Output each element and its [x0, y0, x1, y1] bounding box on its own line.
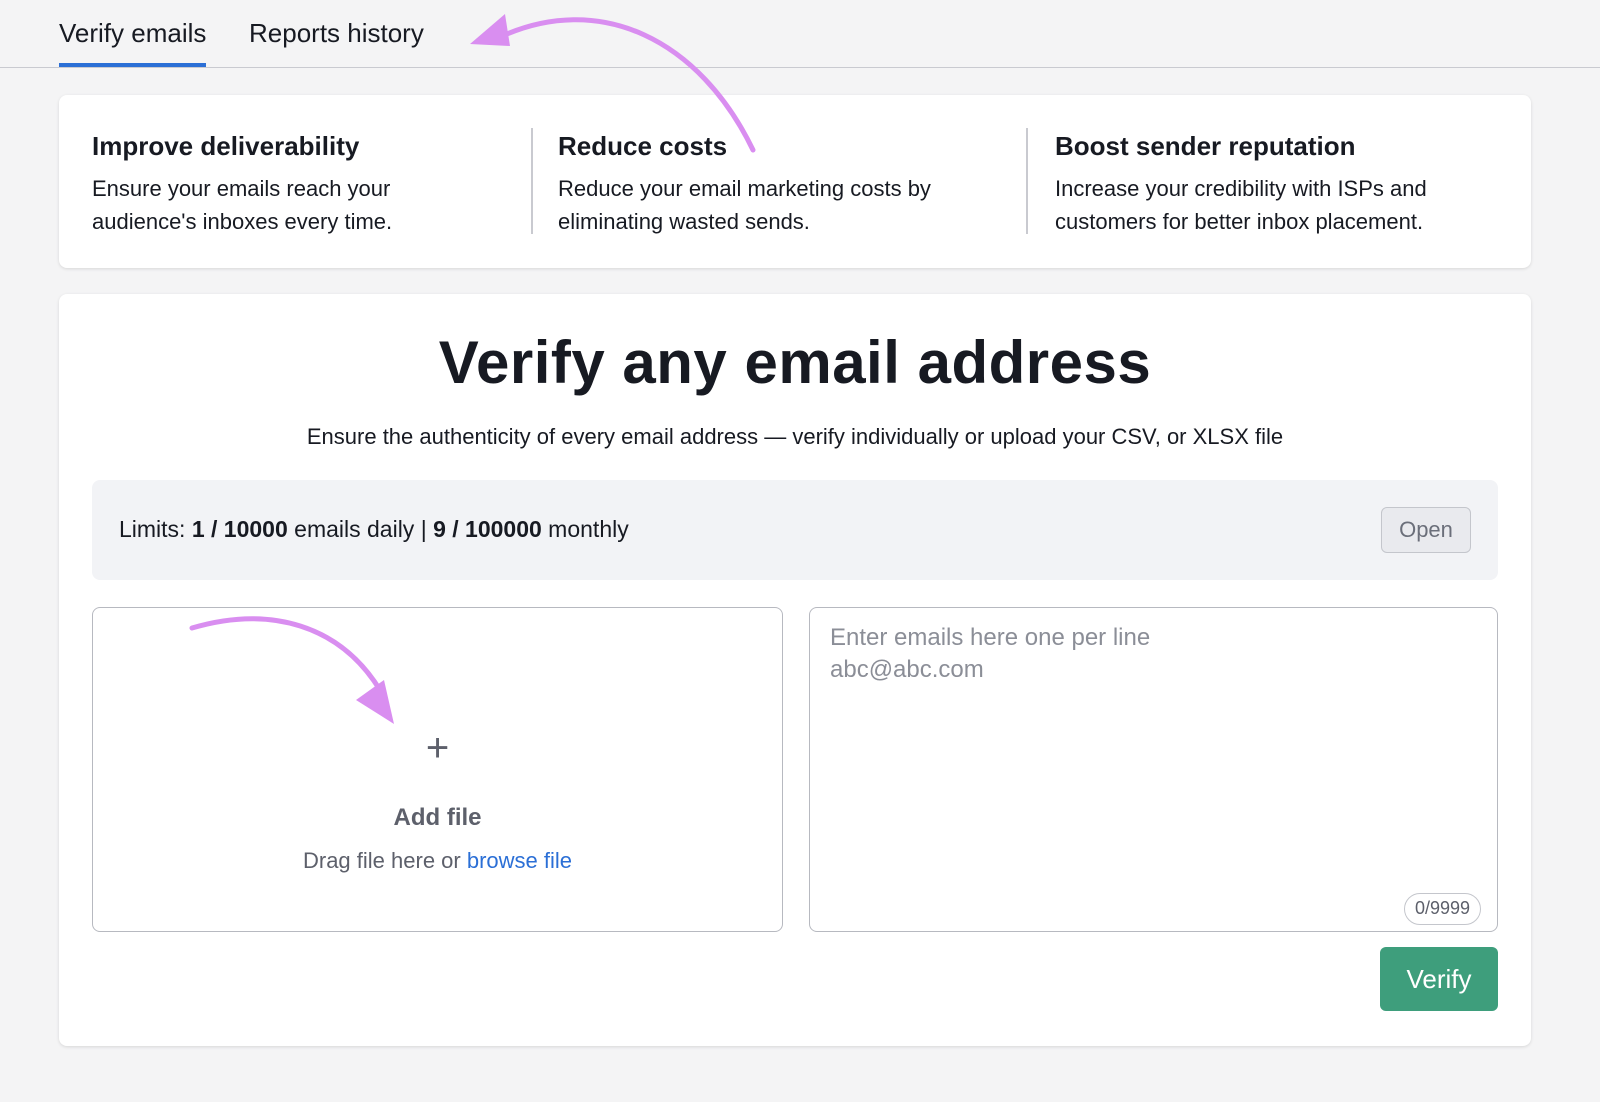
benefit-description: Increase your credibility with ISPs and …: [1055, 172, 1515, 238]
verify-button[interactable]: Verify: [1380, 947, 1498, 1011]
benefit-title: Boost sender reputation: [1055, 131, 1356, 161]
limits-daily-value: 1 / 10000: [191, 516, 288, 542]
limits-monthly-value: 9 / 100000: [433, 516, 542, 542]
benefit-deliverability: Improve deliverability Ensure your email…: [92, 131, 512, 238]
page-subtitle: Ensure the authenticity of every email a…: [306, 424, 1284, 449]
benefit-line: Ensure your emails reach your: [92, 176, 391, 201]
benefit-line: audience's inboxes every time.: [92, 209, 393, 234]
benefit-line: customers for better inbox placement.: [1055, 209, 1424, 234]
emails-textarea[interactable]: [830, 622, 1470, 882]
verify-card: Verify any email address Ensure the auth…: [59, 294, 1531, 1046]
tab-reports-history[interactable]: Reports history: [249, 18, 424, 63]
limits-monthly-label: monthly: [541, 516, 629, 542]
tab-bar: Verify emails Reports history: [0, 0, 1600, 68]
page-title: Verify any email address: [438, 329, 1152, 396]
benefit-title: Improve deliverability: [92, 131, 360, 161]
limits-bar: Limits: 1 / 10000 emails daily | 9 / 100…: [92, 480, 1498, 580]
benefit-description: Ensure your emails reach your audience's…: [92, 172, 512, 238]
benefit-line: Increase your credibility with ISPs and: [1055, 176, 1427, 201]
file-dropzone[interactable]: + Add file Drag file here or browse file: [92, 607, 783, 932]
divider: [531, 128, 533, 234]
plus-icon: +: [425, 726, 450, 770]
open-limits-button[interactable]: Open: [1381, 507, 1471, 553]
divider: [1026, 128, 1028, 234]
benefit-line: eliminating wasted sends.: [558, 209, 810, 234]
add-file-label: Add file: [393, 804, 482, 831]
drag-instruction: Drag file here or: [302, 848, 467, 873]
limits-daily-label: emails daily |: [287, 516, 434, 542]
drag-file-text: Drag file here or browse file: [93, 848, 782, 874]
benefit-description: Reduce your email marketing costs by eli…: [558, 172, 1008, 238]
benefits-card: Improve deliverability Ensure your email…: [59, 95, 1531, 268]
limits-prefix: Limits:: [119, 516, 192, 542]
benefit-reputation: Boost sender reputation Increase your cr…: [1055, 131, 1515, 238]
limits-text: Limits: 1 / 10000 emails daily | 9 / 100…: [119, 516, 629, 543]
benefit-costs: Reduce costs Reduce your email marketing…: [558, 131, 1008, 238]
benefit-line: Reduce your email marketing costs by: [558, 176, 931, 201]
email-counter-badge: 0/9999: [1403, 893, 1481, 925]
browse-file-link[interactable]: browse file: [467, 848, 572, 873]
emails-input-box: 0/9999: [809, 607, 1498, 932]
benefit-title: Reduce costs: [558, 131, 728, 161]
tab-verify-emails[interactable]: Verify emails: [59, 18, 207, 67]
